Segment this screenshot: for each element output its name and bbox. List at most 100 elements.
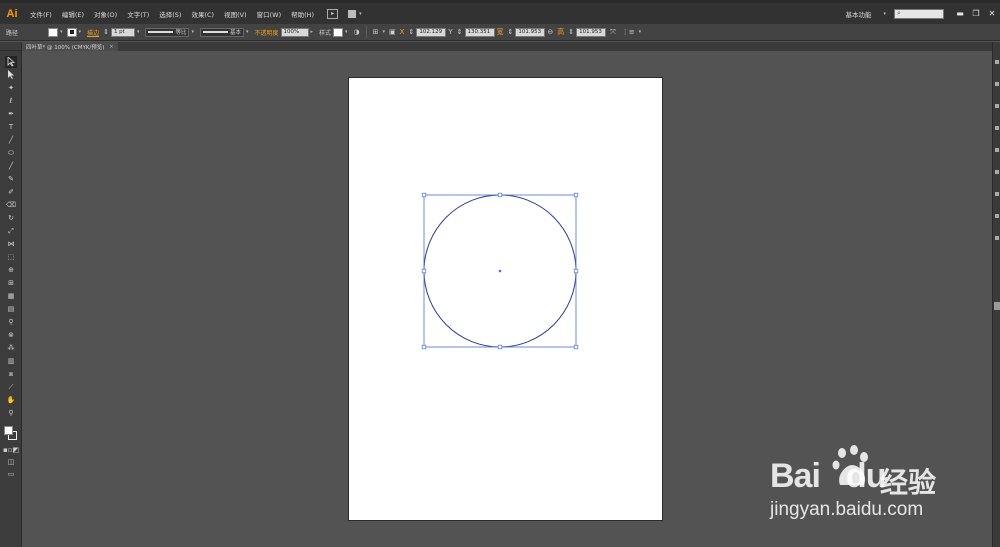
brushes-panel-icon[interactable] [995, 104, 999, 108]
x-stepper[interactable]: ⇕ [408, 28, 414, 36]
fill-swatch[interactable] [4, 426, 13, 435]
width-field[interactable]: 101.953 [515, 27, 546, 37]
menu-window[interactable]: 窗口(W) [252, 9, 287, 19]
stroke-weight-caret-icon[interactable]: ▾ [137, 29, 140, 35]
recolor-artwork-icon[interactable]: ◑ [354, 28, 360, 36]
minimize-button[interactable]: ▬ [952, 9, 968, 18]
symbols-panel-icon[interactable] [995, 126, 999, 130]
gradient-tool-icon[interactable]: ▤ [5, 303, 17, 315]
handle-right[interactable] [573, 268, 579, 274]
menu-help[interactable]: 帮助(H) [286, 9, 319, 19]
arrange-documents-icon[interactable]: ▾ [348, 9, 364, 18]
toolbar-grip[interactable] [0, 42, 21, 51]
constrain-proportions-icon[interactable]: ⊖ [547, 28, 553, 36]
stroke-weight-stepper[interactable]: ⇕ [103, 28, 109, 36]
document-tab[interactable]: 四叶草* @ 100% (CMYK/预览) × [22, 42, 118, 51]
handle-top-right[interactable] [573, 192, 579, 198]
column-graph-tool-icon[interactable]: ▥ [5, 355, 17, 367]
selection-tool-icon[interactable] [5, 56, 17, 68]
type-tool-icon[interactable]: T [5, 121, 17, 133]
slice-tool-icon[interactable]: ⟋ [5, 381, 17, 393]
hand-tool-icon[interactable]: ✋ [5, 394, 17, 406]
y-field[interactable]: 130.351 [464, 27, 495, 37]
x-field[interactable]: 102.129 [416, 27, 447, 37]
screen-mode-icon[interactable]: ▭ [5, 468, 17, 480]
height-field[interactable]: 101.953 [576, 27, 607, 37]
stroke-weight-field[interactable]: 1 pt [110, 27, 135, 37]
workspace-switcher[interactable]: 基本功能 [845, 9, 871, 19]
color-mode-icons[interactable]: ▪▫◩ [3, 444, 19, 456]
brush-definition[interactable]: 基本 [199, 27, 244, 37]
gradient-panel-icon[interactable] [995, 170, 999, 174]
fill-color-swatch[interactable] [48, 27, 59, 37]
y-stepper[interactable]: ⇕ [457, 28, 463, 36]
bridge-icon[interactable]: ▸ [327, 8, 339, 19]
artboard[interactable] [349, 78, 662, 520]
eraser-tool-icon[interactable]: ⌫ [5, 199, 17, 211]
align-options-icon[interactable]: ⊞ [373, 28, 379, 36]
perspective-grid-tool-icon[interactable]: ⊞ [5, 277, 17, 289]
vertical-scrollbar-thumb[interactable] [994, 302, 1000, 310]
magic-wand-tool-icon[interactable]: ✦ [5, 82, 17, 94]
blob-brush-tool-icon[interactable]: ✐ [5, 186, 17, 198]
menu-type[interactable]: 文字(T) [122, 9, 154, 19]
reference-point-icon[interactable]: ▣ [389, 28, 396, 36]
handle-bottom-right[interactable] [573, 344, 579, 350]
handle-left[interactable] [421, 268, 427, 274]
fill-caret-icon[interactable]: ▾ [60, 29, 63, 35]
artboard-tool-icon[interactable]: ⧈ [5, 368, 17, 380]
menu-view[interactable]: 视图(V) [219, 9, 252, 19]
drawing-mode-icon[interactable]: ◫ [5, 456, 17, 468]
stroke-caret-icon[interactable]: ▾ [79, 29, 82, 35]
menu-select[interactable]: 选择(S) [154, 9, 186, 19]
stroke-color-swatch[interactable] [66, 27, 77, 37]
workspace-caret-icon[interactable]: ▾ [883, 11, 886, 17]
menu-effect[interactable]: 效果(C) [186, 9, 219, 19]
opacity-panel-link[interactable]: 不透明度 [254, 28, 278, 37]
appearance-panel-icon[interactable] [995, 214, 999, 218]
pencil-tool-icon[interactable]: ✎ [5, 173, 17, 185]
color-panel-icon[interactable] [995, 60, 999, 64]
width-stepper[interactable]: ⇕ [508, 28, 514, 36]
graphic-style-swatch[interactable] [333, 27, 344, 37]
handle-bottom[interactable] [497, 344, 503, 350]
pen-tool-icon[interactable]: ✒ [5, 108, 17, 120]
handle-top[interactable] [497, 192, 503, 198]
menu-file[interactable]: 文件(F) [25, 9, 57, 19]
ellipse-tool-icon[interactable]: ⬭ [5, 147, 17, 159]
height-stepper[interactable]: ⇕ [568, 28, 574, 36]
lasso-tool-icon[interactable]: ℓ [5, 95, 17, 107]
search-input[interactable]: ⌕ [894, 8, 944, 19]
zoom-tool-icon[interactable]: ⚲ [5, 407, 17, 419]
close-tab-icon[interactable]: × [109, 44, 113, 50]
handle-top-left[interactable] [421, 192, 427, 198]
mesh-tool-icon[interactable]: ▦ [5, 290, 17, 302]
restore-button[interactable]: ❐ [968, 9, 984, 18]
direct-selection-tool-icon[interactable] [5, 69, 17, 81]
panel-menu-caret-icon[interactable]: ▾ [639, 29, 642, 35]
width-tool-icon[interactable]: ⋈ [5, 238, 17, 250]
opacity-field[interactable]: 100% [280, 27, 309, 37]
scale-tool-icon[interactable]: ⤢ [5, 225, 17, 237]
eyedropper-tool-icon[interactable]: ⚲ [5, 316, 17, 328]
panel-menu-icon[interactable]: ⋮≡ [622, 28, 635, 36]
shape-builder-tool-icon[interactable]: ⊕ [5, 264, 17, 276]
paintbrush-tool-icon[interactable]: ╱ [5, 160, 17, 172]
symbol-sprayer-tool-icon[interactable]: ⁂ [5, 342, 17, 354]
stroke-panel-link[interactable]: 描边 [87, 28, 99, 37]
line-segment-tool-icon[interactable]: ╱ [5, 134, 17, 146]
stroke-panel-icon[interactable] [995, 148, 999, 152]
selected-circle-group[interactable] [349, 78, 662, 520]
close-button[interactable]: ✕ [984, 9, 1000, 18]
layers-panel-icon[interactable] [995, 236, 999, 240]
menu-object[interactable]: 对象(O) [89, 9, 122, 19]
handle-bottom-left[interactable] [421, 344, 427, 350]
variable-width-profile[interactable]: 等比 [145, 27, 190, 37]
free-transform-tool-icon[interactable]: ⬚ [5, 251, 17, 263]
brush-caret-icon[interactable]: ▾ [246, 29, 249, 35]
rotate-tool-icon[interactable]: ↻ [5, 212, 17, 224]
style-caret-icon[interactable]: ▾ [345, 29, 348, 35]
swatches-panel-icon[interactable] [995, 82, 999, 86]
menu-edit[interactable]: 编辑(E) [57, 9, 89, 19]
transparency-panel-icon[interactable] [995, 192, 999, 196]
